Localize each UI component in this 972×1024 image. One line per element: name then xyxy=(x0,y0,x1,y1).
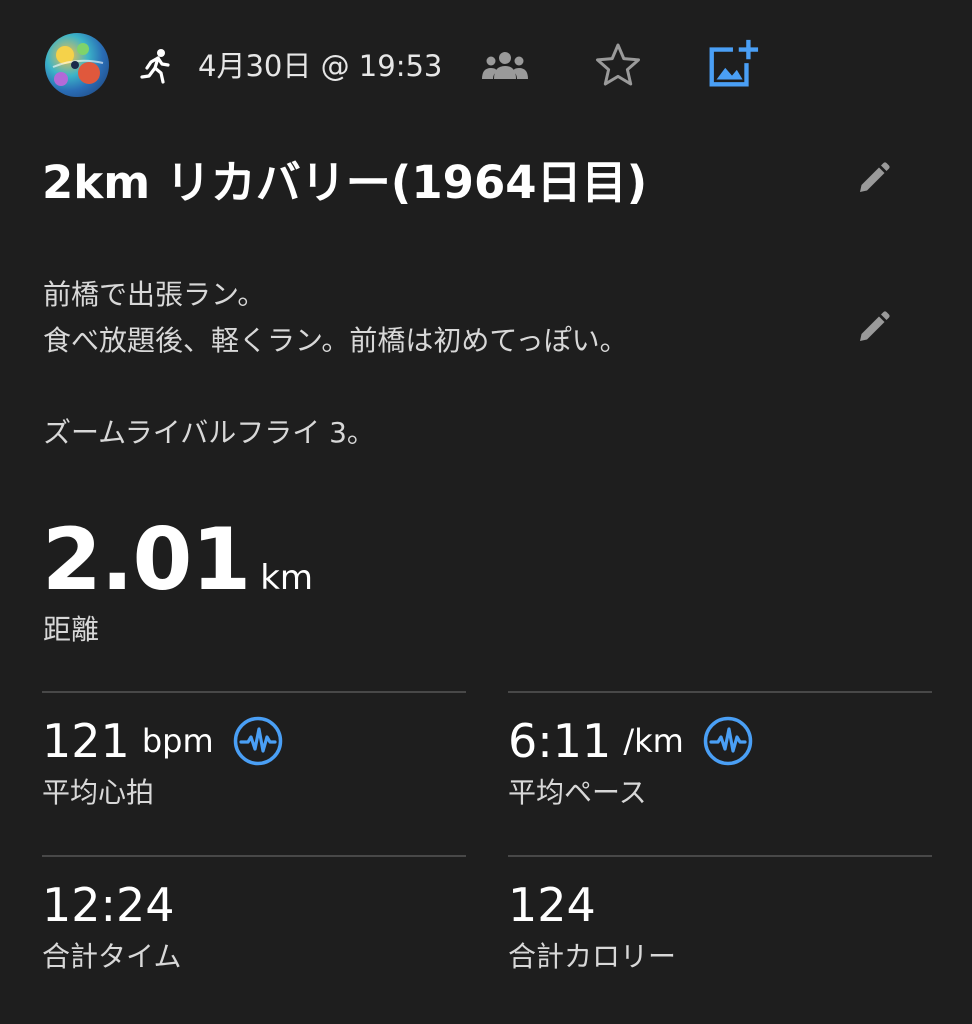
favorite-star-button[interactable] xyxy=(590,38,646,94)
activity-timestamp: 4月30日 @ 19:53 xyxy=(198,49,443,83)
distance-value: 2.01 xyxy=(42,510,251,610)
notes-blank-line xyxy=(43,364,823,410)
pencil-icon xyxy=(860,311,890,341)
heart-rate-wave-icon xyxy=(233,716,282,766)
pencil-icon xyxy=(860,162,890,192)
stat-label: 合計カロリー xyxy=(508,940,677,973)
stat-total-time: 12:24 合計タイム xyxy=(42,855,466,1005)
stat-label: 平均心拍 xyxy=(42,776,155,809)
star-outline-icon xyxy=(596,43,640,86)
stat-avg-heart-rate: 121 bpm 平均心拍 xyxy=(42,691,466,841)
notes-line: ズームライバルフライ 3。 xyxy=(43,416,375,449)
activity-title: 2km リカバリー(1964日目) xyxy=(42,156,648,209)
stat-value-row: 121 bpm xyxy=(42,711,284,771)
group-people-icon xyxy=(482,52,528,79)
distance-value-row: 2.01 km xyxy=(42,510,313,610)
group-people-button[interactable] xyxy=(477,38,533,94)
stat-value: 124 xyxy=(508,878,596,932)
activity-notes: 前橋で出張ラン。 食べ放題後、軽くラン。前橋は初めてっぽい。 ズームライバルフラ… xyxy=(43,272,823,456)
heart-rate-chart-button[interactable] xyxy=(232,715,284,767)
stat-label: 合計タイム xyxy=(42,940,182,973)
avatar[interactable] xyxy=(45,33,109,97)
add-photo-icon xyxy=(709,39,759,87)
stat-label: 平均ペース xyxy=(508,776,647,809)
activity-header: 4月30日 @ 19:53 xyxy=(0,0,972,130)
notes-line: 食べ放題後、軽くラン。前橋は初めてっぽい。 xyxy=(43,324,628,357)
distance-label: 距離 xyxy=(43,613,100,646)
edit-title-button[interactable] xyxy=(849,155,897,203)
notes-line: 前橋で出張ラン。 xyxy=(43,278,266,311)
stat-avg-pace: 6:11 /km 平均ペース xyxy=(508,691,932,841)
add-photo-button[interactable] xyxy=(704,38,760,94)
stat-value-row: 124 xyxy=(508,875,596,935)
stat-unit: bpm xyxy=(141,722,214,760)
stat-total-calories: 124 合計カロリー xyxy=(508,855,932,1005)
distance-unit: km xyxy=(260,558,313,598)
pace-chart-button[interactable] xyxy=(702,715,754,767)
pace-wave-icon xyxy=(703,716,753,766)
stat-unit: /km xyxy=(623,722,684,760)
stat-value: 121 xyxy=(42,714,130,768)
stat-value: 12:24 xyxy=(42,878,175,932)
stat-value-row: 6:11 /km xyxy=(508,711,754,771)
stat-value-row: 12:24 xyxy=(42,875,175,935)
stat-value: 6:11 xyxy=(508,714,612,768)
running-person-icon xyxy=(135,46,175,86)
edit-notes-button[interactable] xyxy=(849,304,897,352)
